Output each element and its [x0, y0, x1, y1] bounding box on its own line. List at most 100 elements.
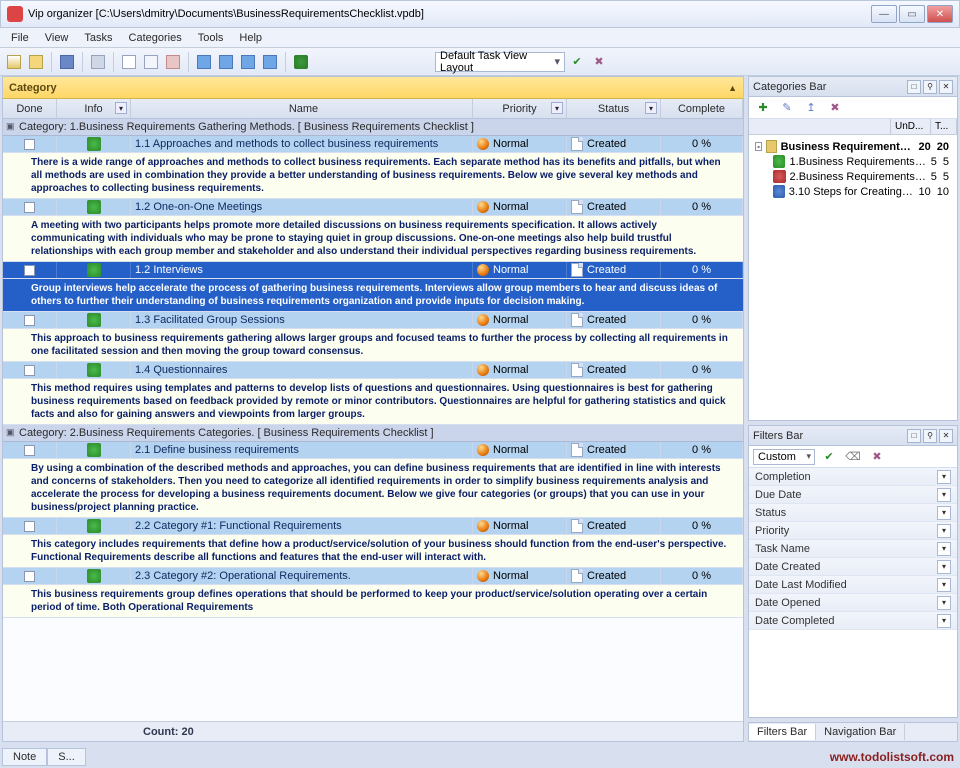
task-row[interactable]: 1.4 QuestionnairesNormalCreated0 %: [3, 362, 743, 379]
dropdown-icon[interactable]: ▾: [937, 578, 951, 592]
filter-row[interactable]: Priority▾: [749, 522, 957, 540]
tree-node[interactable]: 3.10 Steps for Creating a Bu1010: [753, 184, 953, 199]
grouping-bar[interactable]: Category ▲: [3, 77, 743, 99]
filter-clear-button[interactable]: ⌫: [843, 447, 863, 467]
cat-new-button[interactable]: ✚: [753, 98, 773, 118]
filter-icon[interactable]: ▾: [645, 102, 657, 114]
panel-close-icon[interactable]: ✕: [939, 429, 953, 443]
filter-row[interactable]: Task Name▾: [749, 540, 957, 558]
task-name: 1.3 Facilitated Group Sessions: [131, 312, 473, 328]
menu-view[interactable]: View: [38, 30, 76, 46]
tab-note[interactable]: Note: [2, 748, 47, 766]
dropdown-icon[interactable]: ▾: [937, 488, 951, 502]
new-file-button[interactable]: [4, 52, 24, 72]
dropdown-icon[interactable]: ▾: [937, 614, 951, 628]
group-header[interactable]: Category: 1.Business Requirements Gather…: [3, 119, 743, 136]
dropdown-icon[interactable]: ▾: [937, 596, 951, 610]
filter-preset-combo[interactable]: Custom: [753, 449, 815, 465]
tab-filters-bar[interactable]: Filters Bar: [749, 724, 816, 740]
checkbox[interactable]: [24, 265, 35, 276]
expand-icon[interactable]: -: [755, 142, 762, 151]
close-button[interactable]: ✕: [927, 5, 953, 23]
task-row[interactable]: 2.3 Category #2: Operational Requirement…: [3, 568, 743, 585]
checkbox[interactable]: [24, 571, 35, 582]
col-status[interactable]: Status▾: [567, 99, 661, 118]
task-row[interactable]: 2.1 Define business requirementsNormalCr…: [3, 442, 743, 459]
dropdown-icon[interactable]: ▾: [937, 470, 951, 484]
grid-body[interactable]: Category: 1.Business Requirements Gather…: [3, 119, 743, 721]
checkbox[interactable]: [24, 365, 35, 376]
print-button[interactable]: [88, 52, 108, 72]
col-done[interactable]: Done: [3, 99, 57, 118]
task-row[interactable]: 2.2 Category #1: Functional Requirements…: [3, 518, 743, 535]
filter-apply-button[interactable]: ✔: [819, 447, 839, 467]
checkbox[interactable]: [24, 139, 35, 150]
menu-file[interactable]: File: [4, 30, 36, 46]
panel-pin-icon[interactable]: ⚲: [923, 80, 937, 94]
tree-node[interactable]: 2.Business Requirements Ca55: [753, 169, 953, 184]
edit-task-button[interactable]: [141, 52, 161, 72]
filter-icon[interactable]: ▾: [115, 102, 127, 114]
panel-close-icon[interactable]: ✕: [939, 80, 953, 94]
task-row[interactable]: 1.2 InterviewsNormalCreated0 %: [3, 262, 743, 279]
nav-first-button[interactable]: [194, 52, 214, 72]
panel-float-icon[interactable]: □: [907, 429, 921, 443]
categories-panel: Categories Bar □ ⚲ ✕ ✚ ✎ ↥ ✖ UnD... T...…: [748, 76, 958, 421]
save-button[interactable]: [57, 52, 77, 72]
tab-s[interactable]: S...: [47, 748, 86, 766]
task-row[interactable]: 1.3 Facilitated Group SessionsNormalCrea…: [3, 312, 743, 329]
menu-tools[interactable]: Tools: [191, 30, 231, 46]
tab-navigation-bar[interactable]: Navigation Bar: [816, 724, 905, 740]
cat-del-button[interactable]: ✖: [825, 98, 845, 118]
col-name[interactable]: Name: [131, 99, 473, 118]
menu-categories[interactable]: Categories: [122, 30, 189, 46]
nav-next-button[interactable]: [238, 52, 258, 72]
task-row[interactable]: 1.1 Approaches and methods to collect bu…: [3, 136, 743, 153]
nav-last-button[interactable]: [260, 52, 280, 72]
filter-row[interactable]: Date Opened▾: [749, 594, 957, 612]
nav-prev-button[interactable]: [216, 52, 236, 72]
filter-row[interactable]: Date Created▾: [749, 558, 957, 576]
checkbox[interactable]: [24, 202, 35, 213]
maximize-button[interactable]: ▭: [899, 5, 925, 23]
filter-row[interactable]: Due Date▾: [749, 486, 957, 504]
menu-help[interactable]: Help: [232, 30, 269, 46]
checkbox[interactable]: [24, 315, 35, 326]
layout-combo[interactable]: Default Task View Layout: [435, 52, 565, 72]
filter-icon[interactable]: ▾: [551, 102, 563, 114]
categories-tree[interactable]: -Business Requirements Checklist20201.Bu…: [749, 135, 957, 203]
group-header[interactable]: Category: 2.Business Requirements Catego…: [3, 425, 743, 442]
new-task-button[interactable]: [119, 52, 139, 72]
cat-up-button[interactable]: ↥: [801, 98, 821, 118]
layout-delete-button[interactable]: ✖: [589, 52, 609, 72]
dropdown-icon[interactable]: ▾: [937, 560, 951, 574]
filter-row[interactable]: Status▾: [749, 504, 957, 522]
menu-tasks[interactable]: Tasks: [77, 30, 119, 46]
priority-value: Normal: [493, 520, 528, 532]
col-complete[interactable]: Complete: [661, 99, 743, 118]
checkbox[interactable]: [24, 445, 35, 456]
cat-edit-button[interactable]: ✎: [777, 98, 797, 118]
filter-del-button[interactable]: ✖: [867, 447, 887, 467]
cat-undone: 20: [919, 141, 931, 153]
col-info[interactable]: Info▾: [57, 99, 131, 118]
col-priority[interactable]: Priority▾: [473, 99, 567, 118]
filter-row[interactable]: Date Completed▾: [749, 612, 957, 630]
open-file-button[interactable]: [26, 52, 46, 72]
dropdown-icon[interactable]: ▾: [937, 542, 951, 556]
checkbox[interactable]: [24, 521, 35, 532]
panel-float-icon[interactable]: □: [907, 80, 921, 94]
dropdown-icon[interactable]: ▾: [937, 524, 951, 538]
panel-pin-icon[interactable]: ⚲: [923, 429, 937, 443]
filter-row[interactable]: Date Last Modified▾: [749, 576, 957, 594]
right-tabs: Filters Bar Navigation Bar: [748, 722, 958, 742]
tree-node[interactable]: 1.Business Requirements Ga55: [753, 154, 953, 169]
task-row[interactable]: 1.2 One-on-One MeetingsNormalCreated0 %: [3, 199, 743, 216]
layout-apply-button[interactable]: ✔: [567, 52, 587, 72]
tree-node[interactable]: -Business Requirements Checklist2020: [753, 139, 953, 154]
delete-task-button[interactable]: [163, 52, 183, 72]
filter-row[interactable]: Completion▾: [749, 468, 957, 486]
flag-button[interactable]: [291, 52, 311, 72]
dropdown-icon[interactable]: ▾: [937, 506, 951, 520]
minimize-button[interactable]: —: [871, 5, 897, 23]
